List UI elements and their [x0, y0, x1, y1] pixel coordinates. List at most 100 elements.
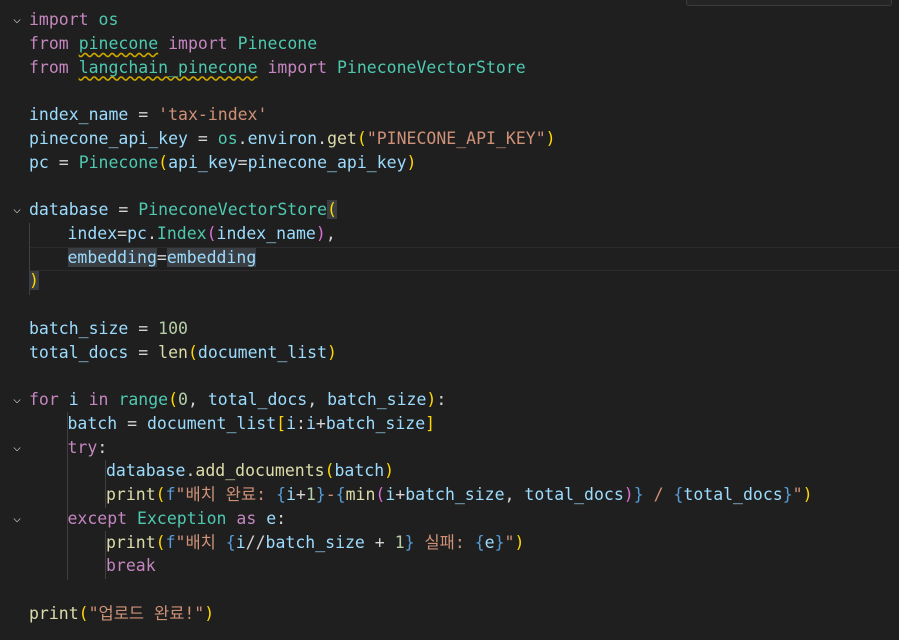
- code-token: {: [673, 485, 684, 504]
- code-token: :: [296, 413, 306, 433]
- code-token: f: [165, 532, 176, 552]
- code-token: i: [286, 413, 296, 433]
- code-token: =: [237, 152, 248, 172]
- fold-chevron-icon[interactable]: ⌵: [11, 507, 23, 531]
- code-token: +: [315, 413, 326, 433]
- code-line[interactable]: database.add_documents(batch): [106, 459, 394, 483]
- code-token: }: [315, 485, 326, 504]
- code-token: i: [305, 413, 316, 433]
- code-token: len: [158, 342, 188, 362]
- code-token: =: [156, 247, 167, 267]
- code-token: os: [98, 10, 119, 29]
- code-line[interactable]: total_docs = len(document_list): [29, 341, 337, 365]
- code-line[interactable]: try:: [68, 436, 108, 460]
- code-token: 100: [158, 318, 188, 338]
- code-token: 1: [394, 532, 405, 552]
- fold-chevron-icon[interactable]: ⌵: [11, 198, 23, 222]
- code-line[interactable]: from pinecone import Pinecone: [29, 32, 317, 56]
- code-token: }: [633, 485, 644, 504]
- code-token: f: [165, 485, 176, 504]
- code-token: ): [545, 128, 556, 148]
- code-token: try: [67, 437, 98, 457]
- code-token: batch: [334, 461, 385, 481]
- code-token: index_name: [29, 105, 129, 124]
- code-token: (: [327, 200, 337, 219]
- code-token: from: [29, 57, 69, 77]
- code-token: (: [356, 128, 367, 148]
- code-line[interactable]: batch_size = 100: [29, 317, 188, 341]
- code-token: pc: [127, 223, 147, 243]
- code-token: +: [395, 485, 406, 504]
- code-line[interactable]: pc = Pinecone(api_key=pinecone_api_key): [29, 151, 416, 175]
- code-line[interactable]: batch = document_list[i:i+batch_size]: [68, 412, 436, 436]
- code-token: ]: [425, 413, 436, 433]
- code-token: ,: [307, 390, 328, 409]
- code-token: .: [146, 223, 157, 243]
- code-token: 1: [305, 485, 316, 504]
- code-token: =: [128, 318, 159, 338]
- code-line[interactable]: print(f"배치 {i//batch_size + 1} 실패: {e}"): [106, 531, 524, 555]
- code-token: =: [117, 413, 147, 433]
- code-line[interactable]: print(f"배치 완료: {i+1}-{min(i+batch_size, …: [106, 483, 813, 507]
- code-token: ): [327, 342, 337, 362]
- code-token: pinecone_api_key: [29, 128, 188, 148]
- code-token: e: [266, 508, 277, 528]
- code-token: ): [802, 485, 813, 504]
- fold-chevron-icon[interactable]: ⌵: [11, 388, 23, 412]
- code-token: "PINECONE_API_KEY": [366, 128, 546, 148]
- code-token: {: [474, 532, 485, 552]
- code-token: api_key: [168, 152, 238, 172]
- code-token: database: [106, 461, 186, 481]
- code-token: ": [504, 532, 515, 552]
- code-token: document_list: [197, 342, 328, 362]
- code-line[interactable]: except Exception as e:: [68, 507, 287, 531]
- fold-chevron-icon[interactable]: ⌵: [11, 8, 23, 32]
- code-line[interactable]: break: [106, 554, 156, 578]
- code-token: ,: [504, 485, 525, 504]
- code-token: //: [245, 532, 266, 552]
- code-token: break: [106, 556, 156, 576]
- code-token: (: [187, 342, 198, 362]
- code-token: batch: [67, 413, 118, 433]
- code-line[interactable]: embedding=embedding: [67, 246, 257, 270]
- code-token: langchain_pinecone: [78, 57, 258, 77]
- code-token: .: [185, 461, 196, 481]
- code-token: (: [324, 461, 335, 481]
- code-token: Pinecone: [237, 33, 318, 53]
- code-token: in: [88, 390, 109, 409]
- code-token: =: [128, 342, 159, 362]
- code-token: batch_size: [265, 532, 365, 552]
- code-token: document_list: [146, 413, 277, 433]
- code-line[interactable]: index=pc.Index(index_name),: [68, 222, 336, 246]
- fold-chevron-icon[interactable]: ⌵: [11, 436, 23, 460]
- find-widget[interactable]: [686, 0, 892, 6]
- code-token: :: [436, 390, 447, 409]
- code-token: (: [375, 485, 386, 504]
- code-token: except: [67, 508, 128, 528]
- code-token: .: [237, 128, 248, 148]
- code-token: }: [782, 485, 793, 504]
- code-line[interactable]: from langchain_pinecone import PineconeV…: [29, 56, 526, 80]
- code-token: (: [155, 532, 166, 552]
- code-token: batch_size: [29, 318, 129, 338]
- code-line[interactable]: pinecone_api_key = os.environ.get("PINEC…: [29, 127, 556, 151]
- code-token: total_docs: [524, 485, 624, 504]
- code-token: batch_size: [325, 413, 426, 433]
- code-token: =: [128, 105, 159, 124]
- code-token: PineconeVectorStore: [138, 200, 328, 219]
- code-line[interactable]: import os: [29, 8, 118, 32]
- code-line[interactable]: ): [29, 269, 39, 293]
- code-editor[interactable]: ⌵ ⌵ ⌵ ⌵ ⌵ import os from pinecone import …: [0, 0, 899, 640]
- code-line[interactable]: database = PineconeVectorStore(: [29, 198, 337, 222]
- code-token: "업로드 완료!": [88, 603, 205, 623]
- code-line[interactable]: print("업로드 완료!"): [29, 602, 214, 626]
- code-line[interactable]: index_name = 'tax-index': [29, 103, 267, 127]
- code-token: ": [792, 485, 803, 504]
- code-token: (: [158, 152, 169, 172]
- code-token: "배치: [175, 532, 226, 552]
- code-line[interactable]: for i in range(0, total_docs, batch_size…: [29, 388, 446, 412]
